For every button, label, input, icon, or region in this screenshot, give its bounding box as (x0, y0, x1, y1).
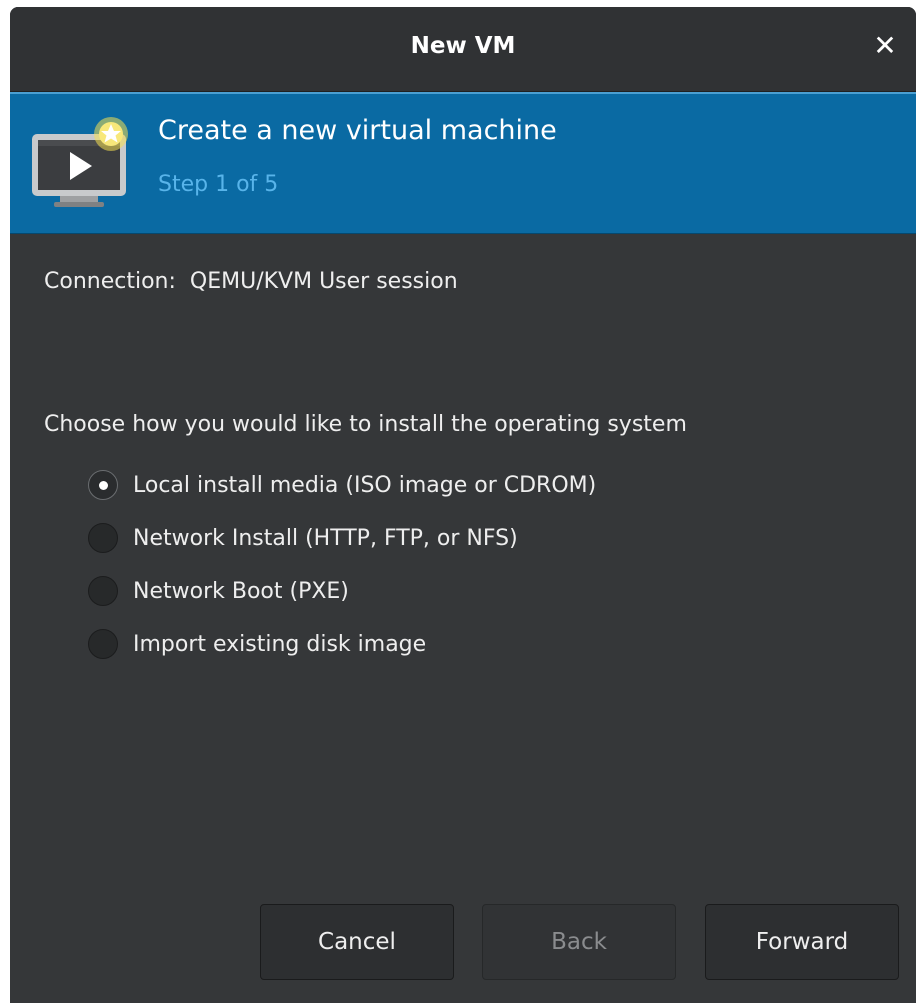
connection-label: Connection: (44, 269, 176, 294)
new-vm-dialog: New VM ✕ Create a new virtual machine St… (10, 7, 916, 1003)
window-title: New VM (410, 33, 516, 59)
radio-label: Import existing disk image (133, 631, 427, 657)
radio-button-selected[interactable] (88, 470, 118, 500)
wizard-header-banner: Create a new virtual machine Step 1 of 5 (10, 92, 916, 234)
connection-row: Connection: QEMU/KVM User session (44, 269, 458, 294)
vm-monitor-new-icon (32, 117, 128, 207)
radio-button[interactable] (88, 629, 118, 659)
radio-local-install-media[interactable]: Local install media (ISO image or CDROM) (88, 467, 596, 503)
back-button[interactable]: Back (482, 904, 676, 980)
radio-label: Local install media (ISO image or CDROM) (133, 472, 597, 498)
wizard-step-indicator: Step 1 of 5 (158, 172, 279, 197)
radio-network-install[interactable]: Network Install (HTTP, FTP, or NFS) (88, 520, 518, 556)
title-bar: New VM ✕ (10, 7, 916, 92)
radio-button[interactable] (88, 576, 118, 606)
install-method-prompt: Choose how you would like to install the… (44, 412, 687, 437)
radio-label: Network Install (HTTP, FTP, or NFS) (133, 525, 518, 551)
close-icon[interactable]: ✕ (870, 31, 900, 61)
radio-network-boot[interactable]: Network Boot (PXE) (88, 573, 349, 609)
radio-button[interactable] (88, 523, 118, 553)
radio-import-disk-image[interactable]: Import existing disk image (88, 626, 426, 662)
radio-label: Network Boot (PXE) (133, 578, 349, 604)
forward-button[interactable]: Forward (705, 904, 899, 980)
connection-value: QEMU/KVM User session (189, 269, 458, 294)
cancel-button[interactable]: Cancel (260, 904, 454, 980)
wizard-title: Create a new virtual machine (158, 115, 557, 146)
